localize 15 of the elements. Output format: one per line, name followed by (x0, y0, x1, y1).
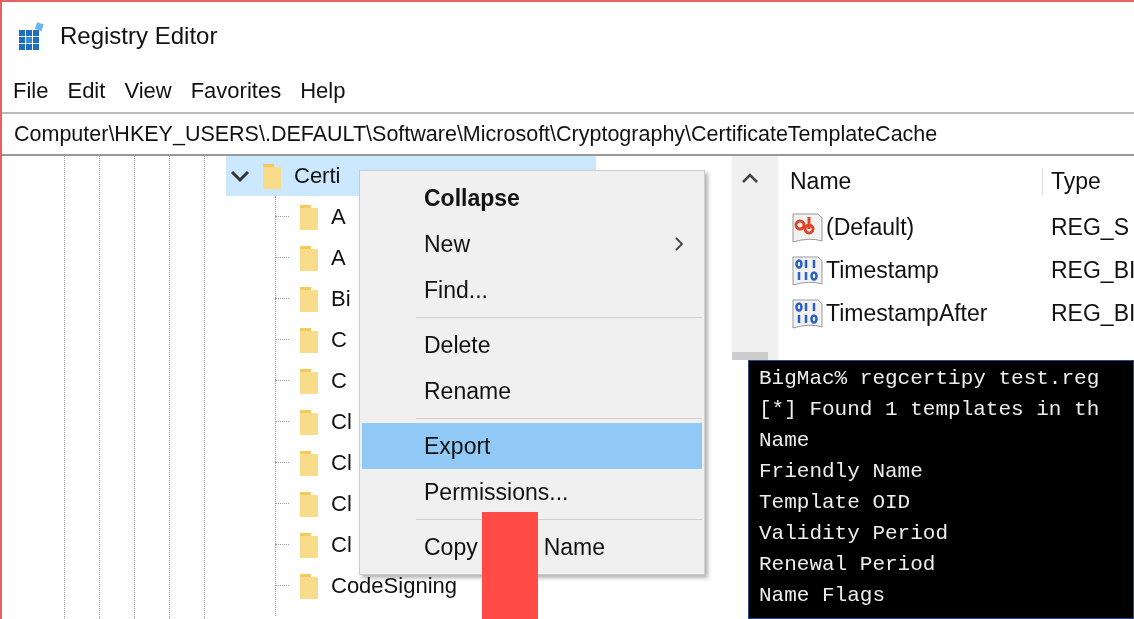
terminal-line: Name (759, 428, 811, 454)
terminal-line: Renewal Period (759, 552, 937, 578)
value-type: REG_BI (1050, 300, 1134, 327)
value-name: Timestamp (826, 257, 939, 284)
value-type: REG_S (1050, 214, 1129, 241)
terminal-line: Friendly Name (759, 459, 924, 485)
terminal-line: Validity Period (759, 521, 950, 547)
value-name: (Default) (826, 214, 915, 241)
terminal-line: [*] Found 1 templates in th (759, 397, 1101, 423)
value-name: TimestampAfter (826, 300, 988, 327)
window-title: Registry Editor (60, 22, 218, 50)
terminal-line: Template OID (759, 490, 912, 516)
terminal-line: Name Flags (759, 583, 887, 609)
terminal-line: BigMac% regcertipy test.reg (759, 366, 1101, 392)
value-type: REG_BI (1050, 257, 1134, 284)
